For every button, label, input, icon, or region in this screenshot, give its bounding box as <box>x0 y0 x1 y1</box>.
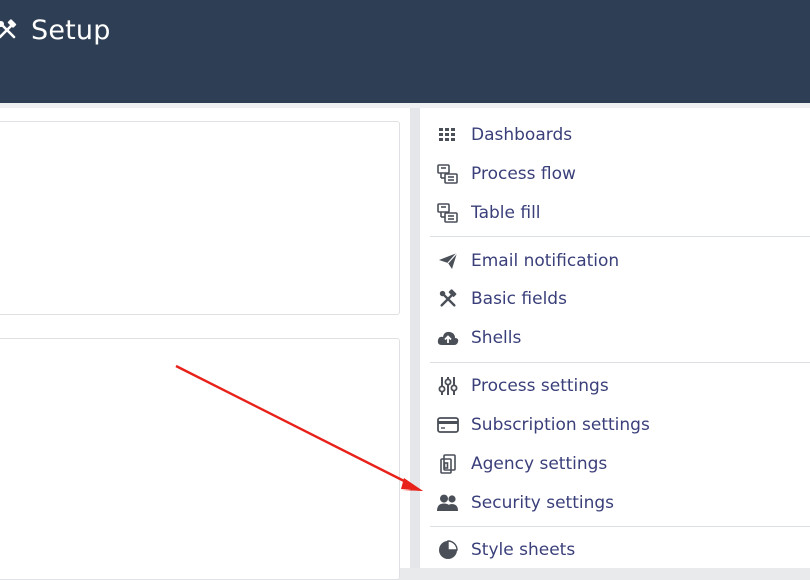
menu-item-process-flow[interactable]: Process flow <box>437 161 576 187</box>
app-header: Setup <box>0 0 810 103</box>
menu-item-label: Style sheets <box>471 540 576 560</box>
menu-item-email-notification[interactable]: Email notification <box>437 248 619 274</box>
menu-item-table-fill[interactable]: Table fill <box>437 200 541 226</box>
menu-separator <box>430 526 810 527</box>
menu-separator <box>430 236 810 237</box>
menu-item-label: Table fill <box>471 203 541 223</box>
users-icon <box>437 492 459 514</box>
menu-item-label: Dashboards <box>471 125 573 145</box>
menu-item-label: Subscription settings <box>471 415 650 435</box>
menu-item-subscription-settings[interactable]: Subscription settings <box>437 412 650 438</box>
menu-item-label: Email notification <box>471 251 620 271</box>
cloud-upload-icon <box>437 327 459 349</box>
menu-item-style-sheets[interactable]: Style sheets <box>437 537 575 563</box>
menu-item-label: Shells <box>471 328 522 348</box>
menu-item-label: Basic fields <box>471 289 567 309</box>
paper-plane-icon <box>437 250 459 272</box>
menu-separator <box>430 362 810 363</box>
tools-icon <box>0 19 18 41</box>
page-title: Setup <box>0 12 111 48</box>
content-card-top <box>0 121 400 315</box>
flow-icon <box>437 202 459 224</box>
menu-item-label: Agency settings <box>471 454 608 474</box>
menu-item-security-settings[interactable]: Security settings <box>437 490 614 516</box>
menu-item-label: Security settings <box>471 493 615 513</box>
menu-item-basic-fields[interactable]: Basic fields <box>437 286 567 312</box>
panel-divider <box>410 108 420 568</box>
flow-icon <box>437 163 459 185</box>
menu-item-process-settings[interactable]: Process settings <box>437 373 609 399</box>
content-card-bottom <box>0 338 400 580</box>
credit-card-icon <box>437 414 459 436</box>
building-icon <box>437 453 459 475</box>
page-title-text: Setup <box>31 14 111 46</box>
menu-item-dashboards[interactable]: Dashboards <box>437 122 572 148</box>
menu-item-label: Process flow <box>471 164 576 184</box>
sliders-icon <box>437 375 459 397</box>
pie-chart-icon <box>437 539 459 561</box>
menu-item-shells[interactable]: Shells <box>437 325 521 351</box>
menu-item-agency-settings[interactable]: Agency settings <box>437 451 607 477</box>
tools-icon <box>437 288 459 310</box>
grid-icon <box>437 124 459 146</box>
menu-item-label: Process settings <box>471 376 609 396</box>
